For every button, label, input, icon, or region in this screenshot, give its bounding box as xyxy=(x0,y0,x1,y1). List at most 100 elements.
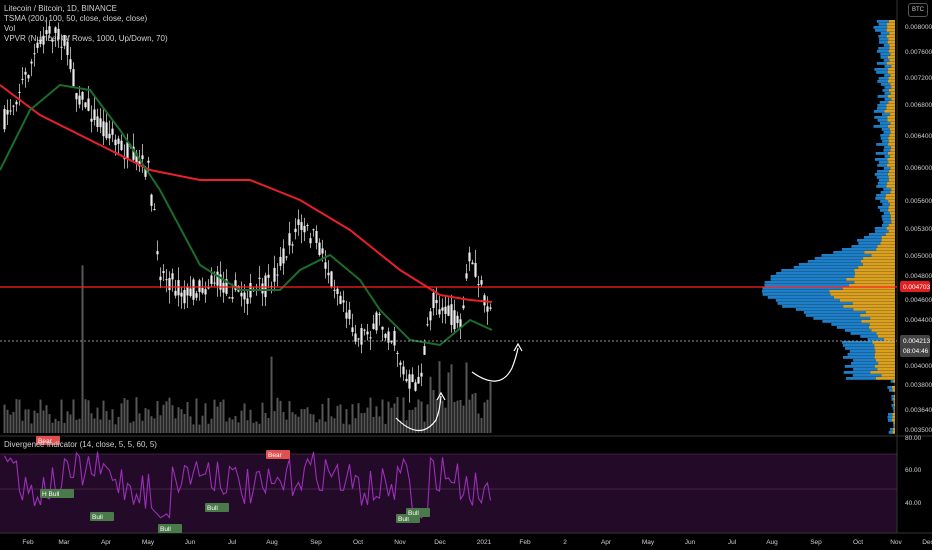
candle-body xyxy=(405,378,408,382)
vpvr-up-bar xyxy=(877,95,888,98)
vpvr-up-bar xyxy=(884,86,892,89)
vpvr-down-bar xyxy=(888,38,895,41)
volume-bar xyxy=(111,409,114,433)
candle-body xyxy=(336,288,339,295)
candle-body xyxy=(183,289,186,304)
volume-bar xyxy=(87,400,90,433)
vpvr-down-bar xyxy=(891,86,895,89)
candle-body xyxy=(60,46,63,48)
vpvr-down-bar xyxy=(865,311,895,314)
candle-body xyxy=(453,310,456,330)
vpvr-down-bar xyxy=(888,200,895,203)
vpvr-up-bar xyxy=(882,203,890,206)
volume-bar xyxy=(198,424,201,433)
legend-vpvr[interactable]: VPVR (Number Of Rows, 1000, Up/Down, 70) xyxy=(4,34,168,44)
volume-bar xyxy=(138,413,141,433)
vpvr-up-bar xyxy=(874,230,889,233)
vpvr-up-bar xyxy=(880,191,891,194)
vpvr-up-bar xyxy=(883,59,890,62)
vpvr-up-bar xyxy=(874,158,888,161)
vpvr-down-bar xyxy=(890,83,895,86)
vpvr-up-bar xyxy=(882,113,891,116)
volume-bar xyxy=(327,397,330,433)
vpvr-down-bar xyxy=(889,128,895,131)
volume-bar xyxy=(102,400,105,433)
vpvr-up-bar xyxy=(879,122,891,125)
vpvr-down-bar xyxy=(894,410,895,413)
volume-bar xyxy=(321,403,324,433)
vpvr-up-bar xyxy=(890,380,894,383)
vpvr-up-bar xyxy=(874,116,888,119)
vpvr-down-bar xyxy=(858,266,895,269)
volume-bar xyxy=(315,422,318,433)
volume-bar xyxy=(105,411,108,433)
volume-bar xyxy=(318,419,321,433)
vpvr-down-bar xyxy=(888,230,895,233)
vpvr-up-bar xyxy=(876,50,889,53)
time-tick-label: May xyxy=(642,539,655,546)
volume-bar xyxy=(93,418,96,433)
vpvr-down-bar xyxy=(894,422,895,425)
vpvr-up-bar xyxy=(842,344,875,347)
vpvr-down-bar xyxy=(889,32,895,35)
volume-bar xyxy=(90,413,93,433)
divergence-label-text: Bull xyxy=(92,514,103,521)
vpvr-down-bar xyxy=(877,368,895,371)
vpvr-up-bar xyxy=(846,377,876,380)
vpvr-down-bar xyxy=(887,152,895,155)
volume-bar xyxy=(420,401,423,433)
time-tick-label: May xyxy=(142,539,155,546)
price-tick-label: 0.006800 xyxy=(905,102,932,109)
volume-bar xyxy=(408,409,411,433)
candle-body xyxy=(294,228,297,233)
vpvr-down-bar xyxy=(888,20,895,23)
volume-bar xyxy=(6,409,9,433)
candle-body xyxy=(84,102,87,108)
currency-badge[interactable]: BTC xyxy=(908,3,928,17)
time-tick-label: Apr xyxy=(101,539,112,546)
vpvr-down-bar xyxy=(892,413,895,416)
time-tick-label: Feb xyxy=(519,539,531,546)
candle-body xyxy=(192,279,195,300)
candle-body xyxy=(69,59,72,70)
vpvr-up-bar xyxy=(893,401,895,404)
volume-bar xyxy=(243,403,246,433)
candle-body xyxy=(99,118,102,128)
vpvr-down-bar xyxy=(888,77,895,80)
candle-body xyxy=(9,110,12,112)
vpvr-down-bar xyxy=(892,389,895,392)
time-tick-label: Aug xyxy=(766,539,778,546)
volume-bar xyxy=(261,402,264,433)
divergence-label-text: Bull xyxy=(160,526,171,533)
volume-bar xyxy=(231,419,234,433)
candle-body xyxy=(150,194,153,206)
legend-vol[interactable]: Vol xyxy=(4,24,168,34)
volume-bar xyxy=(156,401,159,433)
volume-bar xyxy=(18,399,21,433)
legend-tsma[interactable]: TSMA (200, 100, 50, close, close, close) xyxy=(4,14,168,24)
vpvr-down-bar xyxy=(890,131,895,134)
volume-bar xyxy=(297,416,300,433)
time-tick-label: Sep xyxy=(810,539,822,546)
vpvr-down-bar xyxy=(874,344,895,347)
time-tick-label: Jun xyxy=(685,539,696,546)
vpvr-up-bar xyxy=(775,299,840,302)
vpvr-up-bar xyxy=(880,200,889,203)
vpvr-up-bar xyxy=(803,311,866,314)
volume-bar xyxy=(384,423,387,433)
vpvr-down-bar xyxy=(876,248,895,251)
vpvr-up-bar xyxy=(884,98,892,101)
candle-body xyxy=(81,91,84,100)
volume-bar xyxy=(183,413,186,433)
candle-body xyxy=(93,109,96,121)
volume-bar xyxy=(78,418,81,433)
vpvr-up-bar xyxy=(876,71,888,74)
vpvr-down-bar xyxy=(890,146,895,149)
vpvr-down-bar xyxy=(888,224,895,227)
price-tick-label: 0.006400 xyxy=(905,133,932,140)
candle-body xyxy=(267,274,270,278)
candle-body xyxy=(240,292,243,297)
candle-body xyxy=(12,105,15,107)
legend-divergence[interactable]: Divergence Indicator (14, close, 5, 5, 6… xyxy=(4,440,157,450)
vpvr-down-bar xyxy=(888,50,895,53)
